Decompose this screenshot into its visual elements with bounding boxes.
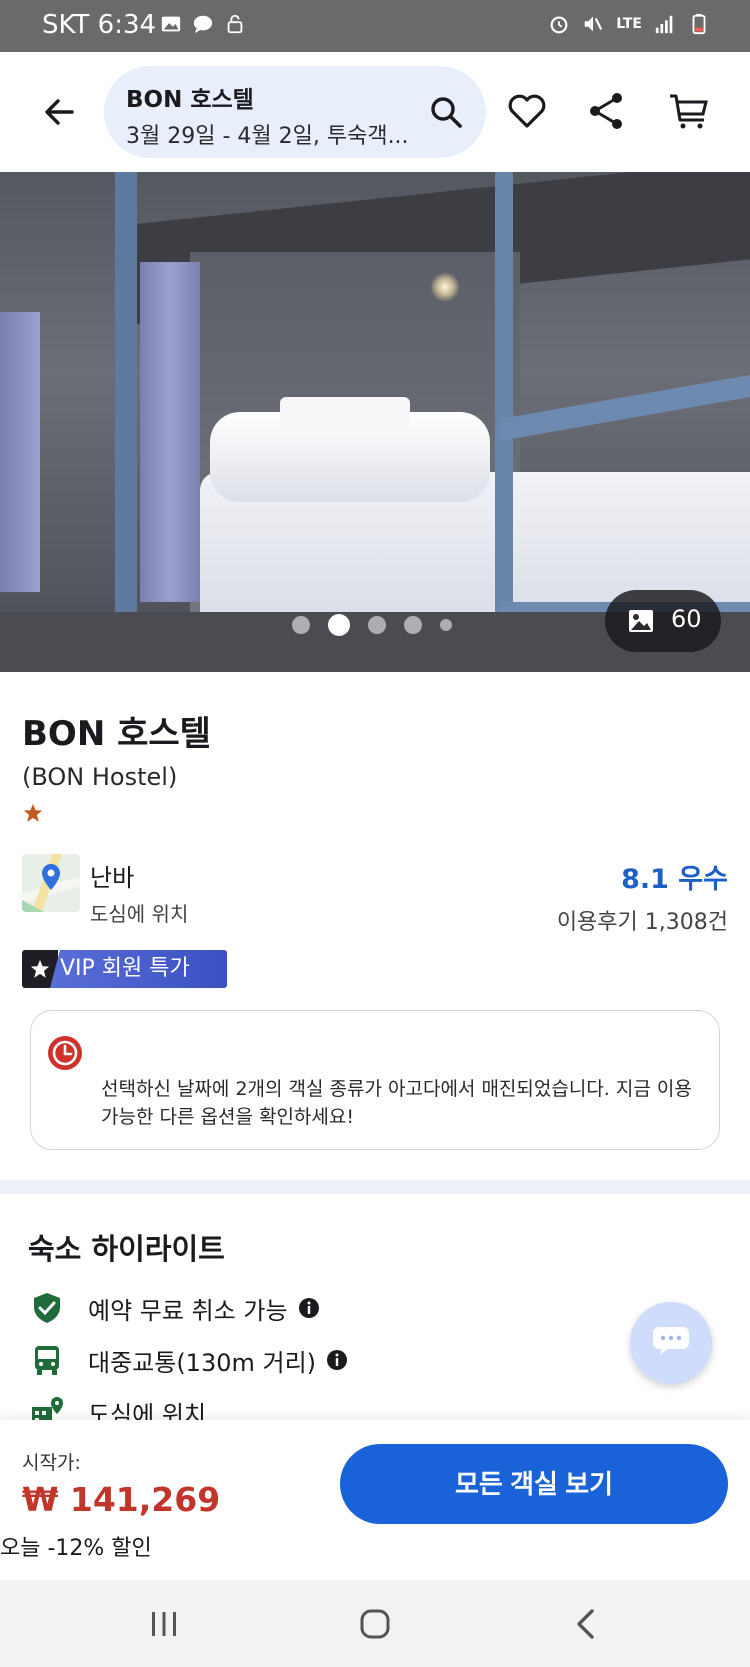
shield-check-icon [34, 1293, 60, 1323]
area-description: 도심에 위치 [90, 902, 189, 926]
highlight-item: 예약 무료 취소 가능 [30, 1288, 320, 1328]
gallery-dot[interactable] [368, 616, 386, 634]
highlight-label: 예약 무료 취소 가능 [88, 1296, 288, 1325]
signal-icon [655, 15, 673, 34]
photo-count-badge[interactable]: 60 [605, 590, 721, 652]
discount-label: 오늘 -12% 할인 [0, 1536, 152, 1561]
chat-button[interactable] [630, 1302, 712, 1384]
vip-badge: VIP 회원 특가 [22, 950, 227, 988]
highlight-label: 대중교통(130m 거리) [88, 1348, 317, 1377]
section-divider [0, 1180, 750, 1194]
heart-icon[interactable] [504, 88, 550, 134]
gallery-dot-active[interactable] [328, 614, 350, 636]
mute-icon [585, 16, 603, 32]
battery-icon [692, 13, 706, 35]
hotel-name: BON 호스텔 [22, 714, 211, 754]
sold-out-notice: 선택하신 날짜에 2개의 객실 종류가 아고다에서 매진되었습니다. 지금 이용… [30, 1010, 720, 1150]
search-summary-pill[interactable]: BON 호스텔 3월 29일 - 4월 2일, 투숙객... [104, 66, 486, 158]
bus-icon [35, 1346, 59, 1375]
gallery-pagination-dots [292, 614, 452, 636]
gallery-dot[interactable] [440, 619, 452, 631]
search-dates-summary: 3월 29일 - 4월 2일, 투숙객... [126, 124, 409, 149]
recent-apps-icon[interactable] [144, 1604, 184, 1644]
chat-notification-icon [193, 15, 213, 34]
info-icon[interactable] [298, 1297, 320, 1319]
home-icon[interactable] [355, 1604, 395, 1644]
status-bar: SKT 6:34 LTE [0, 0, 750, 52]
view-all-rooms-button[interactable]: 모든 객실 보기 [340, 1444, 728, 1524]
gallery-dot[interactable] [404, 616, 422, 634]
review-score[interactable]: 8.1 우수 [621, 857, 728, 896]
price-from-label: 시작가: [22, 1452, 81, 1474]
highlights-title: 숙소 하이라이트 [28, 1232, 225, 1266]
vip-star-icon [30, 959, 50, 978]
vip-badge-label: VIP 회원 특가 [50, 950, 227, 988]
search-icon[interactable] [428, 94, 464, 130]
gallery-notification-icon [161, 16, 181, 32]
lock-notification-icon [227, 14, 243, 34]
info-icon[interactable] [326, 1349, 348, 1371]
system-back-icon[interactable] [566, 1604, 606, 1644]
clock-alert-icon [48, 1036, 82, 1070]
system-nav-bar [0, 1580, 750, 1667]
booking-bottom-bar: 시작가: ₩ 141,269 오늘 -12% 할인 모든 객실 보기 [0, 1420, 750, 1580]
alarm-icon [550, 16, 568, 34]
chat-bubble-icon [653, 1327, 689, 1355]
search-hotel-title: BON 호스텔 [126, 87, 254, 113]
star-rating-icon [23, 803, 43, 822]
back-arrow-icon[interactable] [38, 90, 82, 134]
gallery-dot[interactable] [292, 616, 310, 634]
map-thumbnail[interactable] [22, 854, 80, 912]
review-count[interactable]: 이용후기 1,308건 [557, 904, 728, 936]
picture-icon [629, 610, 653, 632]
top-header: BON 호스텔 3월 29일 - 4월 2일, 투숙객... [0, 52, 750, 172]
status-time: SKT 6:34 [42, 10, 157, 40]
sold-out-message: 선택하신 날짜에 2개의 객실 종류가 아고다에서 매진되었습니다. 지금 이용… [101, 1078, 692, 1128]
hotel-english-name: (BON Hostel) [22, 763, 178, 791]
map-pin-icon [22, 854, 80, 912]
area-name[interactable]: 난바 [90, 858, 134, 893]
cart-icon[interactable] [666, 88, 712, 134]
price-value: ₩ 141,269 [22, 1480, 221, 1519]
photo-count: 60 [671, 605, 702, 633]
highlight-item: 대중교통(130m 거리) [30, 1340, 348, 1380]
network-label: LTE [616, 16, 642, 32]
share-icon[interactable] [584, 88, 630, 134]
